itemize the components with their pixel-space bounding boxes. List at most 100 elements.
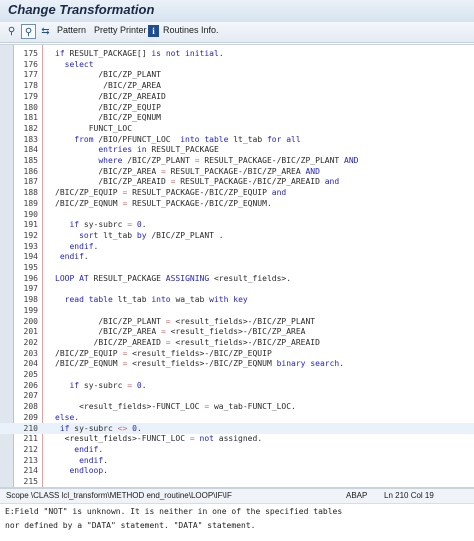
code-text[interactable]: entries in RESULT_PACKAGE bbox=[55, 144, 218, 155]
code-line[interactable]: 193 endif. bbox=[0, 241, 474, 252]
code-line[interactable]: 205 bbox=[0, 369, 474, 380]
line-number: 204 bbox=[23, 359, 38, 369]
code-line[interactable]: 188/BIC/ZP_EQUIP = RESULT_PACKAGE-/BIC/Z… bbox=[0, 187, 474, 198]
code-line[interactable]: 176 select bbox=[0, 59, 474, 70]
code-line[interactable]: 198 read table lt_tab into wa_tab with k… bbox=[0, 294, 474, 305]
code-line[interactable]: 195 bbox=[0, 262, 474, 273]
code-text[interactable]: endif. bbox=[55, 455, 108, 466]
code-text[interactable]: <result_fields>-FUNCT_LOC = not assigned… bbox=[55, 433, 263, 444]
line-number: 193 bbox=[23, 241, 38, 251]
code-text[interactable]: /BIC/ZP_EQNUM = <result_fields>-/BIC/ZP_… bbox=[55, 358, 344, 369]
line-number: 191 bbox=[23, 220, 38, 230]
code-line[interactable]: 184 entries in RESULT_PACKAGE bbox=[0, 144, 474, 155]
code-text[interactable]: from /BIO/PFUNCT_LOC into table lt_tab f… bbox=[55, 134, 300, 145]
code-text[interactable]: /BIC/ZP_EQNUM = RESULT_PACKAGE-/BIC/ZP_E… bbox=[55, 198, 272, 209]
code-text[interactable]: read table lt_tab into wa_tab with key bbox=[55, 294, 248, 305]
code-line[interactable]: 213 endif. bbox=[0, 455, 474, 466]
code-text[interactable]: /BIC/ZP_EQUIP = <result_fields>-/BIC/ZP_… bbox=[55, 348, 272, 359]
code-text[interactable]: /BIC/ZP_EQNUM bbox=[55, 112, 161, 123]
line-number: 214 bbox=[23, 466, 38, 476]
line-number: 189 bbox=[23, 198, 38, 208]
line-number: 194 bbox=[23, 252, 38, 262]
line-number: 183 bbox=[23, 134, 38, 144]
code-line[interactable]: 208 <result_fields>-FUNCT_LOC = wa_tab-F… bbox=[0, 401, 474, 412]
code-line[interactable]: 207 bbox=[0, 390, 474, 401]
line-number: 211 bbox=[23, 434, 38, 444]
routines-info-button[interactable]: Routines Info. bbox=[163, 25, 219, 35]
code-line[interactable]: 204/BIC/ZP_EQNUM = <result_fields>-/BIC/… bbox=[0, 358, 474, 369]
code-text[interactable]: select bbox=[55, 59, 94, 70]
code-text[interactable]: LOOP AT RESULT_PACKAGE ASSIGNING <result… bbox=[55, 273, 291, 284]
code-text[interactable]: /BIC/ZP_AREA bbox=[55, 80, 161, 91]
code-text[interactable]: if sy-subrc = 0. bbox=[55, 219, 146, 230]
code-line[interactable]: 183 from /BIO/PFUNCT_LOC into table lt_t… bbox=[0, 134, 474, 145]
code-line[interactable]: 200 /BIC/ZP_PLANT = <result_fields>-/BIC… bbox=[0, 316, 474, 327]
code-line[interactable]: 201 /BIC/ZP_AREA = <result_fields>-/BIC/… bbox=[0, 326, 474, 337]
code-text[interactable]: /BIC/ZP_PLANT = <result_fields>-/BIC/ZP_… bbox=[55, 316, 315, 327]
line-number: 210 bbox=[23, 423, 38, 433]
code-line[interactable]: 203/BIC/ZP_EQUIP = <result_fields>-/BIC/… bbox=[0, 348, 474, 359]
code-line[interactable]: 197 bbox=[0, 283, 474, 294]
code-line[interactable]: 185 where /BIC/ZP_PLANT = RESULT_PACKAGE… bbox=[0, 155, 474, 166]
code-line[interactable]: 182 FUNCT_LOC bbox=[0, 123, 474, 134]
code-line[interactable]: 211 <result_fields>-FUNCT_LOC = not assi… bbox=[0, 433, 474, 444]
code-line[interactable]: 196 LOOP AT RESULT_PACKAGE ASSIGNING <res… bbox=[0, 273, 474, 284]
code-text[interactable]: /BIC/ZP_AREA = <result_fields>-/BIC/ZP_A… bbox=[55, 326, 305, 337]
status-bar: Scope \CLASS lcl_transform\METHOD end_ro… bbox=[0, 488, 474, 503]
search-icon[interactable]: ⚲ bbox=[4, 24, 19, 39]
code-line[interactable]: 181 /BIC/ZP_EQNUM bbox=[0, 112, 474, 123]
line-number: 200 bbox=[23, 316, 38, 326]
code-line[interactable]: 215 bbox=[0, 476, 474, 487]
window-title-bar: Change Transformation bbox=[0, 0, 474, 23]
pretty-printer-button[interactable]: Pretty Printer bbox=[94, 25, 147, 35]
code-text[interactable]: endif. bbox=[55, 241, 98, 252]
code-line[interactable]: 210 if sy-subrc <> 0. bbox=[0, 422, 474, 434]
code-text[interactable]: where /BIC/ZP_PLANT = RESULT_PACKAGE-/BI… bbox=[55, 155, 358, 166]
code-text[interactable]: endif. bbox=[55, 251, 89, 262]
code-line[interactable]: 214 endloop. bbox=[0, 465, 474, 476]
line-number: 202 bbox=[23, 337, 38, 347]
code-text[interactable]: /BIC/ZP_PLANT bbox=[55, 69, 161, 80]
code-line[interactable]: 180 /BIC/ZP_EQUIP bbox=[0, 102, 474, 113]
code-text[interactable]: /BIC/ZP_AREAID = RESULT_PACKAGE-/BIC/ZP_… bbox=[55, 176, 339, 187]
code-text[interactable]: <result_fields>-FUNCT_LOC = wa_tab-FUNCT… bbox=[55, 401, 296, 412]
code-line[interactable]: 206 if sy-subrc = 0. bbox=[0, 380, 474, 391]
code-line[interactable]: 212 endif. bbox=[0, 444, 474, 455]
line-number: 181 bbox=[23, 113, 38, 123]
code-text[interactable]: /BIC/ZP_AREA = RESULT_PACKAGE-/BIC/ZP_AR… bbox=[55, 166, 320, 177]
code-text[interactable]: if RESULT_PACKAGE[] is not initial. bbox=[55, 48, 224, 59]
code-line[interactable]: 187 /BIC/ZP_AREAID = RESULT_PACKAGE-/BIC… bbox=[0, 176, 474, 187]
replace-icon[interactable]: ⇆ bbox=[38, 24, 53, 39]
code-text[interactable]: endloop. bbox=[55, 465, 108, 476]
code-text[interactable]: sort lt_tab by /BIC/ZP_PLANT . bbox=[55, 230, 224, 241]
window-title: Change Transformation bbox=[8, 2, 155, 17]
code-text[interactable]: endif. bbox=[55, 444, 103, 455]
code-line[interactable]: 199 bbox=[0, 305, 474, 316]
code-text[interactable]: /BIC/ZP_EQUIP = RESULT_PACKAGE-/BIC/ZP_E… bbox=[55, 187, 286, 198]
code-line[interactable]: 175 if RESULT_PACKAGE[] is not initial. bbox=[0, 48, 474, 59]
line-number: 209 bbox=[23, 412, 38, 422]
code-line[interactable]: 189/BIC/ZP_EQNUM = RESULT_PACKAGE-/BIC/Z… bbox=[0, 198, 474, 209]
code-text[interactable]: if sy-subrc <> 0. bbox=[55, 423, 142, 434]
code-text[interactable]: if sy-subrc = 0. bbox=[55, 380, 146, 391]
code-text[interactable]: /BIC/ZP_AREAID bbox=[55, 91, 165, 102]
scope-path: Scope \CLASS lcl_transform\METHOD end_ro… bbox=[6, 491, 232, 500]
code-text[interactable]: /BIC/ZP_AREAID = <result_fields>-/BIC/ZP… bbox=[55, 337, 320, 348]
code-line[interactable]: 186 /BIC/ZP_AREA = RESULT_PACKAGE-/BIC/Z… bbox=[0, 166, 474, 177]
find-next-icon[interactable]: ⚲ bbox=[21, 24, 36, 39]
code-editor[interactable]: 175 if RESULT_PACKAGE[] is not initial. 17… bbox=[0, 44, 474, 488]
code-text[interactable]: /BIC/ZP_EQUIP bbox=[55, 102, 161, 113]
code-text[interactable]: else. bbox=[55, 412, 79, 423]
info-icon[interactable]: i bbox=[148, 25, 159, 37]
code-line[interactable]: 190 bbox=[0, 209, 474, 220]
code-line[interactable]: 177 /BIC/ZP_PLANT bbox=[0, 69, 474, 80]
code-line[interactable]: 209 else. bbox=[0, 412, 474, 423]
code-text[interactable]: FUNCT_LOC bbox=[55, 123, 132, 134]
code-line[interactable]: 179 /BIC/ZP_AREAID bbox=[0, 91, 474, 102]
code-line[interactable]: 194 endif. bbox=[0, 251, 474, 262]
code-line[interactable]: 192 sort lt_tab by /BIC/ZP_PLANT . bbox=[0, 230, 474, 241]
code-line[interactable]: 191 if sy-subrc = 0. bbox=[0, 219, 474, 230]
code-line[interactable]: 178 /BIC/ZP_AREA bbox=[0, 80, 474, 91]
pattern-button[interactable]: Pattern bbox=[57, 25, 86, 35]
code-line[interactable]: 202 /BIC/ZP_AREAID = <result_fields>-/BI… bbox=[0, 337, 474, 348]
